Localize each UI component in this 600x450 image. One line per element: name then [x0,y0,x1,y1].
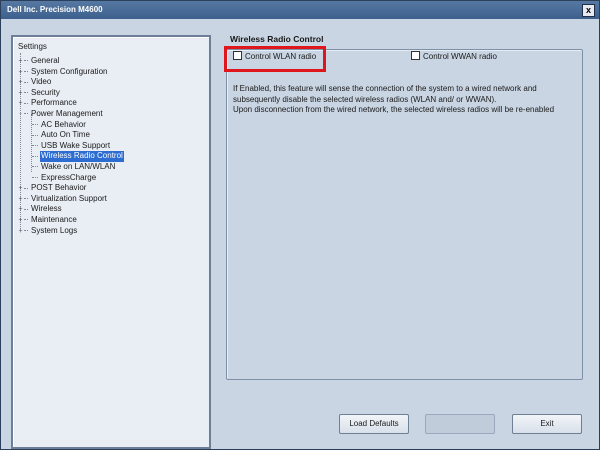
tree-item[interactable]: + Performance [17,98,209,109]
tree-connector [32,134,38,136]
tree-item-label: Video [31,77,52,87]
tree-item[interactable]: + Video [17,77,209,88]
expand-icon[interactable]: + [17,227,24,238]
tree-item[interactable]: - Power Management [17,109,209,120]
tree-item-label: ExpressCharge [41,172,97,182]
tree-item[interactable]: AC Behavior [17,120,209,131]
wlan-label: Control WLAN radio [245,52,317,61]
tree-item-label: AC Behavior [41,119,86,129]
title-bar: Dell Inc. Precision M4600 x [1,1,599,19]
tree-item[interactable]: + System Configuration [17,67,209,78]
tree-item-label: Power Management [31,108,103,118]
tree-item-label: General [31,56,60,65]
description-line: Upon disconnection from the wired networ… [233,105,555,114]
settings-tree-panel: Settings + General + System Configuration + V… [11,35,211,449]
tree-item-label: System Configuration [31,66,108,76]
tree-item[interactable]: Wireless Radio Control [17,151,209,162]
tree-connector [32,145,38,147]
tree-item[interactable]: + Maintenance [17,215,209,226]
tree-item-label: Auto On Time [41,130,90,140]
description-line: If Enabled, this feature will sense the … [233,84,537,93]
tree-item-label: Security [31,87,60,97]
tree-item-label: Virtualization Support [31,193,107,203]
window-title: Dell Inc. Precision M4600 [7,5,103,14]
load-defaults-button[interactable]: Load Defaults [339,414,409,434]
wwan-checkbox[interactable] [411,51,420,61]
description-text: If Enabled, this feature will sense the … [233,84,578,116]
apply-button[interactable] [425,414,495,434]
settings-tree: + General + System Configuration + Video + Secu… [17,56,209,236]
tree-connector [24,81,28,83]
tree-connector [24,92,28,94]
tree-item-label: POST Behavior [31,183,87,193]
tree-connector [24,187,28,189]
wwan-label: Control WWAN radio [423,52,497,61]
tree-item-label: USB Wake Support [41,140,111,150]
tree-item[interactable]: ExpressCharge [17,173,209,184]
tree-item-label: Maintenance [31,214,77,224]
tree-connector [32,123,38,125]
tree-connector [24,229,28,231]
tree-item-label: Performance [31,98,77,108]
tree-item[interactable]: + System Logs [17,226,209,237]
tree-connector [24,219,28,221]
exit-button[interactable]: Exit [512,414,582,434]
bios-setup-window: Dell Inc. Precision M4600 x Settings + Ge… [0,0,600,450]
tree-item[interactable]: + Virtualization Support [17,194,209,205]
tree-item[interactable]: + Security [17,88,209,99]
tree-item-label: Wireless [31,204,62,214]
tree-item-label: Wake on LAN/WLAN [41,161,116,171]
tree-connector [24,70,28,72]
tree-connector [24,198,28,200]
tree-connector [24,60,28,62]
tree-root-settings[interactable]: Settings [17,42,48,53]
tree-item[interactable]: USB Wake Support [17,141,209,152]
tree-item[interactable]: + General [17,56,209,67]
tree-item-label: System Logs [31,225,78,235]
close-button[interactable]: x [582,4,595,17]
control-wwan-radio-option[interactable]: Control WWAN radio [411,51,497,63]
tree-item-label: Wireless Radio Control [40,151,124,162]
control-wlan-radio-option[interactable]: Control WLAN radio [233,51,316,63]
tree-item[interactable]: Auto On Time [17,130,209,141]
tree-item[interactable]: + POST Behavior [17,183,209,194]
tree-connector [24,102,28,104]
tree-connector [32,155,38,157]
group-title: Wireless Radio Control [228,34,326,44]
wlan-checkbox[interactable] [233,51,242,61]
tree-connector [24,208,28,210]
tree-item[interactable]: Wake on LAN/WLAN [17,162,209,173]
tree-connector [32,166,38,168]
tree-item[interactable]: + Wireless [17,204,209,215]
description-line: subsequently disable the selected wirele… [233,94,497,104]
tree-connector [32,176,38,178]
body-area: Settings + General + System Configuration + V… [1,19,599,449]
tree-connector [24,113,28,115]
